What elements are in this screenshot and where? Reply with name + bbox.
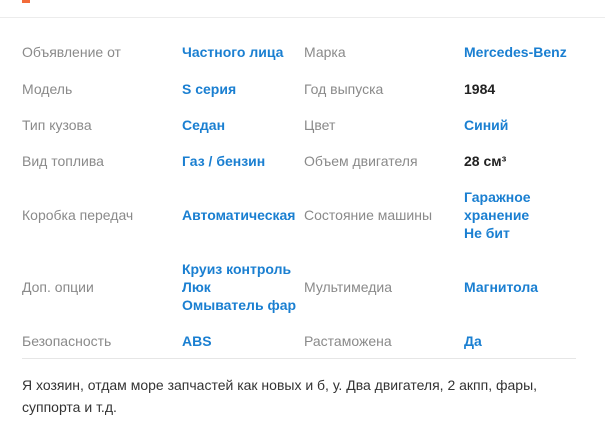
spec-row: Тип кузова Седан Цвет Синий bbox=[22, 107, 582, 143]
spec-value-engine-volume: 28 см³ bbox=[464, 153, 507, 169]
spec-label-customs: Растаможена bbox=[304, 333, 392, 349]
listing-description: Я хозяин, отдам море запчастей как новых… bbox=[22, 377, 538, 415]
spec-value-option-link[interactable]: Люк bbox=[182, 278, 296, 296]
spec-value-color-link[interactable]: Синий bbox=[464, 116, 508, 134]
spec-label-options: Доп. опции bbox=[22, 279, 94, 295]
top-strip bbox=[0, 0, 605, 18]
spec-value-body-type-link[interactable]: Седан bbox=[182, 116, 225, 134]
description-divider bbox=[22, 358, 576, 359]
spec-label-fuel: Вид топлива bbox=[22, 153, 104, 169]
spec-value-year: 1984 bbox=[464, 81, 496, 97]
spec-label-gearbox: Коробка передач bbox=[22, 207, 134, 223]
spec-label-seller: Объявление от bbox=[22, 44, 121, 60]
spec-label-multimedia: Мультимедиа bbox=[304, 279, 392, 295]
spec-label-condition: Состояние машины bbox=[304, 207, 433, 223]
spec-label-color: Цвет bbox=[304, 117, 336, 133]
spec-label-brand: Марка bbox=[304, 44, 346, 60]
spec-row: Безопасность ABS Растаможена Да bbox=[22, 323, 582, 359]
spec-value-customs-link[interactable]: Да bbox=[464, 332, 482, 350]
spec-value-condition-link[interactable]: Гаражное bbox=[464, 188, 531, 206]
spec-label-engine-volume: Объем двигателя bbox=[304, 153, 418, 169]
spec-value-option-link[interactable]: Круиз контроль bbox=[182, 260, 296, 278]
spec-label-safety: Безопасность bbox=[22, 333, 112, 349]
spec-row: Вид топлива Газ / бензин Объем двигателя… bbox=[22, 143, 582, 179]
spec-value-gearbox-link[interactable]: Автоматическая bbox=[182, 206, 295, 224]
top-divider bbox=[0, 17, 605, 18]
spec-row: Доп. опции Круиз контроль Люк Омыватель … bbox=[22, 251, 582, 323]
spec-value-model-link[interactable]: S серия bbox=[182, 80, 236, 98]
spec-value-options-list: Круиз контроль Люк Омыватель фар bbox=[182, 260, 296, 314]
spec-row: Модель S серия Год выпуска 1984 bbox=[22, 71, 582, 107]
spec-value-safety-link[interactable]: ABS bbox=[182, 332, 212, 350]
spec-row: Объявление от Частного лица Марка Merced… bbox=[22, 33, 582, 71]
spec-value-condition-link[interactable]: Не бит bbox=[464, 224, 531, 242]
spec-value-condition-list: Гаражное хранение Не бит bbox=[464, 188, 531, 242]
spec-value-fuel-link[interactable]: Газ / бензин bbox=[182, 152, 265, 170]
spec-value-option-link[interactable]: Омыватель фар bbox=[182, 296, 296, 314]
spec-label-model: Модель bbox=[22, 81, 73, 97]
spec-value-brand-link[interactable]: Mercedes-Benz bbox=[464, 43, 567, 61]
spec-label-year: Год выпуска bbox=[304, 81, 384, 97]
spec-label-body-type: Тип кузова bbox=[22, 117, 92, 133]
specs-table: Объявление от Частного лица Марка Merced… bbox=[22, 33, 582, 359]
spec-value-multimedia-link[interactable]: Магнитола bbox=[464, 278, 538, 296]
spec-value-condition-link[interactable]: хранение bbox=[464, 206, 531, 224]
spec-row: Коробка передач Автоматическая Состояние… bbox=[22, 179, 582, 251]
top-accent-mark bbox=[22, 0, 30, 3]
spec-value-seller-link[interactable]: Частного лица bbox=[182, 43, 283, 61]
